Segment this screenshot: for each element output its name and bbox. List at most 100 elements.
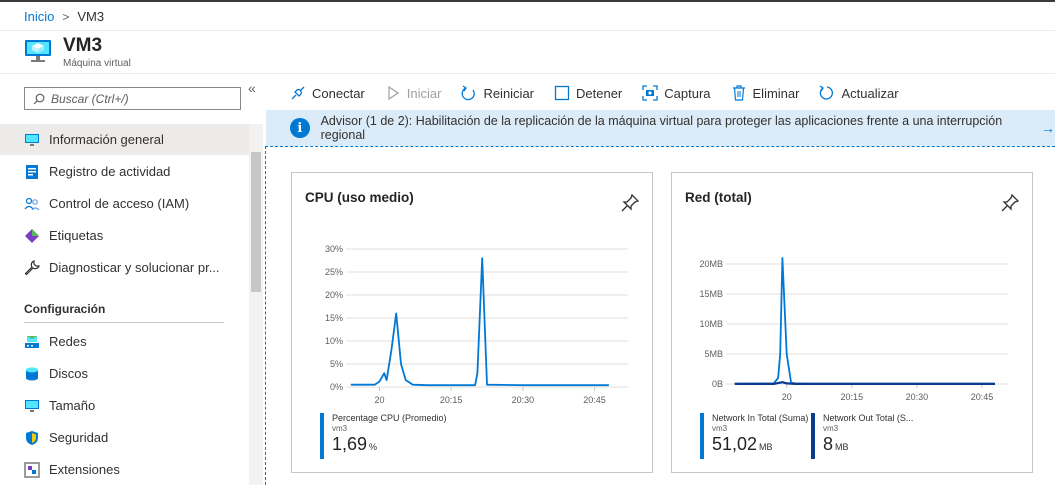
- sidebar-item-label: Etiquetas: [49, 228, 104, 243]
- collapse-sidebar-button[interactable]: «: [248, 80, 256, 96]
- disks-icon: [24, 366, 40, 382]
- search-box[interactable]: [24, 87, 241, 110]
- sidebar-item-label: Diagnosticar y solucionar pr...: [49, 260, 220, 275]
- y-tick-label: 10MB: [699, 319, 723, 329]
- virtual-machine-icon: [25, 40, 51, 62]
- activity-log-icon: [24, 164, 40, 180]
- stop-button[interactable]: Detener: [554, 82, 622, 104]
- breadcrumb-divider: [0, 30, 1055, 31]
- cpu-legend-unit: %: [369, 442, 378, 452]
- refresh-label: Actualizar: [841, 85, 899, 101]
- start-label: Iniciar: [406, 85, 442, 101]
- x-tick-label: 20: [374, 395, 384, 403]
- sidebar-item-activity-log[interactable]: Registro de actividad: [0, 156, 249, 187]
- network-in-legend-resource: vm3: [712, 424, 728, 433]
- y-tick-label: 15MB: [699, 289, 723, 299]
- network-chart-card[interactable]: Red (total) 0B 5MB 10MB 15MB 20MB 20 20:15 20:3…: [671, 172, 1033, 473]
- extensions-icon: [24, 461, 40, 478]
- wrench-icon: [24, 259, 40, 276]
- network-in-legend-unit: MB: [759, 442, 773, 452]
- y-tick-label: 0B: [712, 379, 723, 389]
- command-bar: Conectar Iniciar Reiniciar Detener Captu…: [290, 82, 919, 104]
- network-out-legend-name: Network Out Total (S...: [823, 413, 914, 423]
- sidebar-item-extensions[interactable]: Extensiones: [0, 454, 249, 485]
- tag-icon: [24, 228, 40, 244]
- advisor-banner-text: Advisor (1 de 2): Habilitación de la rep…: [320, 114, 1003, 142]
- info-icon: i: [290, 118, 310, 138]
- y-tick-label: 30%: [325, 244, 343, 254]
- restart-icon: [462, 85, 476, 101]
- sidebar-item-label: Seguridad: [49, 430, 109, 445]
- advisor-banner[interactable]: i Advisor (1 de 2): Habilitación de la r…: [266, 110, 1055, 146]
- sidebar-item-iam[interactable]: Control de acceso (IAM): [0, 188, 249, 219]
- cpu-legend: Percentage CPU (Promedio) vm3 1,69%: [320, 413, 447, 459]
- network-out-legend-resource: vm3: [823, 424, 839, 433]
- shield-icon: [24, 430, 40, 446]
- y-tick-label: 5MB: [704, 349, 723, 359]
- refresh-button[interactable]: Actualizar: [819, 82, 899, 104]
- x-tick-label: 20:15: [841, 392, 864, 402]
- breadcrumb-separator: >: [62, 9, 70, 24]
- people-icon: [24, 196, 40, 212]
- x-tick-label: 20:30: [906, 392, 929, 402]
- connect-button[interactable]: Conectar: [290, 82, 365, 104]
- breadcrumb-current: VM3: [77, 9, 105, 24]
- delete-button[interactable]: Eliminar: [731, 82, 800, 104]
- sidebar-item-networking[interactable]: Redes: [0, 326, 249, 357]
- search-icon: [33, 93, 45, 104]
- network-in-legend-value: 51,02: [712, 434, 758, 454]
- cpu-line-chart: 0% 5% 10% 15% 20% 25% 30% 20 20:15 20:30 20:45: [325, 244, 628, 403]
- section-heading-configuration: Configuración: [24, 302, 106, 316]
- capture-button[interactable]: Captura: [642, 82, 711, 104]
- section-divider: [24, 322, 224, 323]
- cpu-legend-resource: vm3: [332, 424, 348, 433]
- restart-label: Reiniciar: [483, 85, 535, 101]
- network-in-legend: Network In Total (Suma) vm3 51,02 MB: [700, 413, 808, 459]
- delete-label: Eliminar: [752, 85, 800, 101]
- series-line-0: [350, 257, 609, 387]
- sidebar: « Información general Registro de activi…: [0, 74, 265, 485]
- y-tick-label: 0%: [330, 382, 343, 392]
- search-input[interactable]: [51, 91, 231, 106]
- x-tick-label: 20:45: [971, 392, 994, 402]
- network-out-legend-unit: MB: [835, 442, 849, 452]
- sidebar-item-size[interactable]: Tamaño: [0, 390, 249, 421]
- stop-label: Detener: [576, 85, 623, 101]
- x-tick-label: 20: [782, 392, 792, 402]
- capture-label: Captura: [664, 85, 711, 101]
- y-tick-label: 20%: [325, 290, 343, 300]
- network-in-legend-name: Network In Total (Suma): [712, 413, 809, 423]
- network-line-chart: 0B 5MB 10MB 15MB 20MB 20 20:15 20:30 20:45: [699, 257, 1008, 402]
- series-line-0: [734, 257, 995, 385]
- sidebar-item-security[interactable]: Seguridad: [0, 422, 249, 453]
- connect-label: Conectar: [312, 85, 365, 101]
- trash-icon: [732, 85, 745, 101]
- page-title: VM3: [63, 35, 103, 56]
- sidebar-item-label: Tamaño: [49, 398, 96, 413]
- window-top-border: [0, 0, 1055, 2]
- breadcrumb-home-link[interactable]: Inicio: [24, 9, 54, 24]
- sidebar-item-tags[interactable]: Etiquetas: [0, 220, 249, 251]
- x-tick-label: 20:15: [440, 395, 463, 403]
- x-tick-label: 20:45: [583, 395, 606, 403]
- y-tick-label: 20MB: [699, 259, 723, 269]
- monitor-icon: [24, 132, 40, 148]
- start-button[interactable]: Iniciar: [385, 82, 442, 104]
- sidebar-item-label: Control de acceso (IAM): [49, 196, 190, 211]
- x-tick-label: 20:30: [512, 395, 535, 403]
- plug-icon: [291, 86, 305, 100]
- cpu-chart-card[interactable]: CPU (uso medio) 0% 5% 10% 15% 20% 25% 30% 20 20:…: [291, 172, 653, 473]
- network-out-legend: Network Out Total (S... vm3 8 MB: [811, 413, 913, 459]
- sidebar-item-diagnose[interactable]: Diagnosticar y solucionar pr...: [0, 252, 249, 283]
- sidebar-item-label: Extensiones: [49, 462, 120, 477]
- sidebar-scrollbar-thumb[interactable]: [251, 152, 261, 292]
- y-tick-label: 25%: [325, 267, 343, 277]
- y-tick-label: 15%: [325, 313, 343, 323]
- cpu-legend-value: 1,69: [332, 434, 368, 454]
- sidebar-item-overview[interactable]: Información general: [0, 124, 249, 155]
- size-icon: [24, 398, 40, 414]
- camera-icon: [642, 85, 658, 101]
- sidebar-item-disks[interactable]: Discos: [0, 358, 249, 389]
- restart-button[interactable]: Reiniciar: [461, 82, 534, 104]
- sidebar-item-label: Información general: [49, 132, 164, 147]
